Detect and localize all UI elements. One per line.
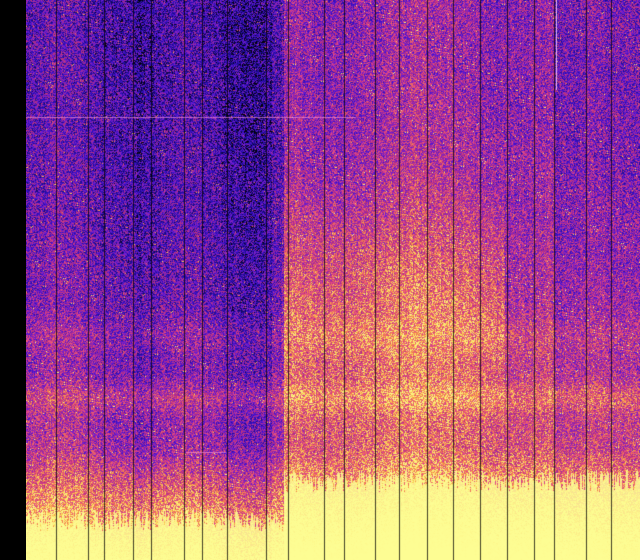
- left-black-margin: [0, 0, 26, 560]
- spectrogram-image: [26, 0, 640, 560]
- spectrogram-viewer: [0, 0, 640, 560]
